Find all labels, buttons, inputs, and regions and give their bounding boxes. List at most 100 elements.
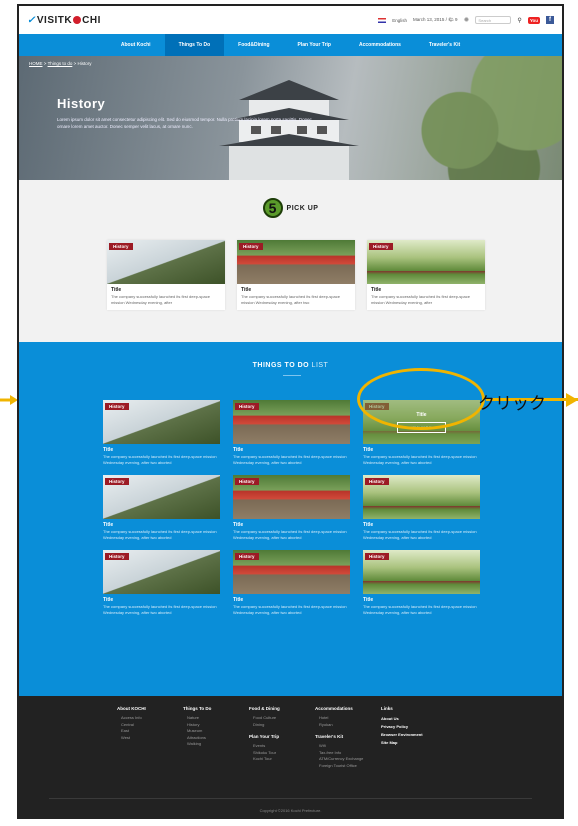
card-title: Title [233,447,244,453]
list-card[interactable]: History Title The company successfully la… [363,475,480,540]
category-tag: History [235,478,259,485]
list-card[interactable]: History Title The company successfully la… [233,400,350,465]
nav-accommodations[interactable]: Accommodations [345,34,415,56]
list-card[interactable]: History Title The company successfully la… [103,475,220,540]
site-logo[interactable]: ✓ VISITK CHI [27,15,101,26]
card-image: History [107,240,225,284]
hover-overlay: Title VIEW MORE [363,400,480,444]
category-tag: History [105,478,129,485]
card-image: History [367,240,485,284]
footer-heading: About KOCHI [117,706,146,711]
card-title: Title [363,447,374,453]
card-title: Title [233,522,244,528]
footer-heading: Traveler's Kit [315,734,344,739]
nav-travelers-kit[interactable]: Traveler's Kit [415,34,474,56]
category-tag: History [105,403,129,410]
category-tag: History [109,243,133,250]
facebook-icon[interactable]: f [546,16,554,24]
footer-divider [49,798,532,799]
sun-icon: ✹ [463,17,470,24]
footer-link[interactable]: Ryokan [315,722,381,729]
category-tag: History [369,243,393,250]
card-description: The company successfully launched its fi… [363,529,477,540]
card-title: Title [103,597,114,603]
footer-link[interactable]: Site Map [381,739,447,747]
pickup-card[interactable]: History Title The company successfully la… [367,240,485,310]
footer-link[interactable]: Foreign Tourist Office [315,763,381,770]
list-card[interactable]: History Title The company successfully la… [103,550,220,615]
hero-description: Lorem ipsum dolor sit amet consectetur a… [57,117,312,129]
nav-things-to-do[interactable]: Things To Do [164,34,225,56]
pickup-card[interactable]: History Title The company successfully la… [237,240,355,310]
footer-heading: Accommodations [315,706,353,711]
language-selector[interactable]: English [392,18,407,23]
click-callout: クリック [478,394,546,413]
footer-link[interactable]: About Us [381,715,447,723]
hero-banner: HOME > Things to do > History History Lo… [19,56,562,180]
pickup-heading: 5 PICK UP [19,198,562,218]
card-image: History [233,475,350,519]
card-grid: History Title The company successfully la… [103,400,480,615]
footer-link[interactable]: Dining [249,722,315,729]
card-image: History Title VIEW MORE [363,400,480,444]
footer-col-about: About KOCHI Access Info Central East Wes… [117,706,183,769]
footer-link[interactable]: Kochi Tour [249,756,315,763]
breadcrumb-current: History [77,61,92,66]
card-title: Title [363,522,374,528]
footer-col-things: Things To Do Nature History Museum Attra… [183,706,249,769]
step-number-badge: 5 [262,198,283,218]
list-card[interactable]: History Title The company successfully la… [233,475,350,540]
card-image: History [103,400,220,444]
footer-link[interactable]: Walking [183,741,249,748]
nav-plan-your-trip[interactable]: Plan Your Trip [284,34,345,56]
title-underline [283,375,301,376]
card-image: History [237,240,355,284]
category-tag: History [105,553,129,560]
footer-link[interactable]: Browser Environment [381,731,447,739]
card-description: The company successfully launched its fi… [103,454,217,465]
breadcrumb-home[interactable]: HOME [29,61,43,66]
card-description: The company successfully launched its fi… [103,529,217,540]
youtube-icon[interactable]: You [527,16,540,24]
footer-link[interactable]: Privacy Policy [381,723,447,731]
card-image: History [103,475,220,519]
list-card[interactable]: History Title The company successfully la… [233,550,350,615]
nav-about-kochi[interactable]: About Kochi [107,34,165,56]
list-card[interactable]: History Title The company successfully la… [363,550,480,615]
card-description: The company successfully launched its fi… [363,604,477,615]
card-description: The company successfully launched its fi… [371,294,470,305]
card-image: History [363,475,480,519]
pickup-card[interactable]: History Title The company successfully la… [107,240,225,310]
pickup-title: PICK UP [286,204,319,212]
utility-bar: English March 13, 2015 / 🌤 9 ✹ Search ⚲ … [378,16,554,24]
card-description: The company successfully launched its fi… [363,454,477,465]
footer-link[interactable]: West [117,735,183,742]
category-tag: History [365,553,389,560]
card-title: Title [363,597,374,603]
card-description: The company successfully launched its fi… [103,604,217,615]
card-image: History [103,550,220,594]
nav-food-dining[interactable]: Food&Dining [224,34,283,56]
top-bar: ✓ VISITK CHI English March 13, 2015 / 🌤 9… [19,6,562,34]
right-arrow-icon [566,393,578,407]
footer-col-links: Links About Us Privacy Policy Browser En… [381,706,447,769]
page-title: History [57,96,106,111]
breadcrumb-things-to-do[interactable]: Things to do [48,61,73,66]
search-icon[interactable]: ⚲ [517,17,521,24]
view-more-button[interactable]: VIEW MORE [396,421,447,433]
category-tag: History [235,553,259,560]
flag-icon [378,17,387,23]
card-description: The company successfully launched its fi… [233,604,347,615]
list-title-light: LIST [311,362,329,369]
site-footer: About KOCHI Access Info Central East Wes… [19,696,562,817]
copyright: Copyright ©2016 Kochi Prefecture. [259,808,322,813]
overlay-title: Title [416,411,427,418]
category-tag: History [235,403,259,410]
list-card-hovered[interactable]: History Title VIEW MORE TitleThe company… [363,400,480,465]
card-description: The company successfully launched its fi… [233,454,347,465]
footer-heading: Plan Your Trip [249,734,280,739]
list-card[interactable]: History Title The company successfully la… [103,400,220,465]
hero-trees [392,56,562,180]
search-input[interactable]: Search [475,16,512,24]
footer-col-accommodations: Accommodations Hotel Ryokan Traveler's K… [315,706,381,769]
